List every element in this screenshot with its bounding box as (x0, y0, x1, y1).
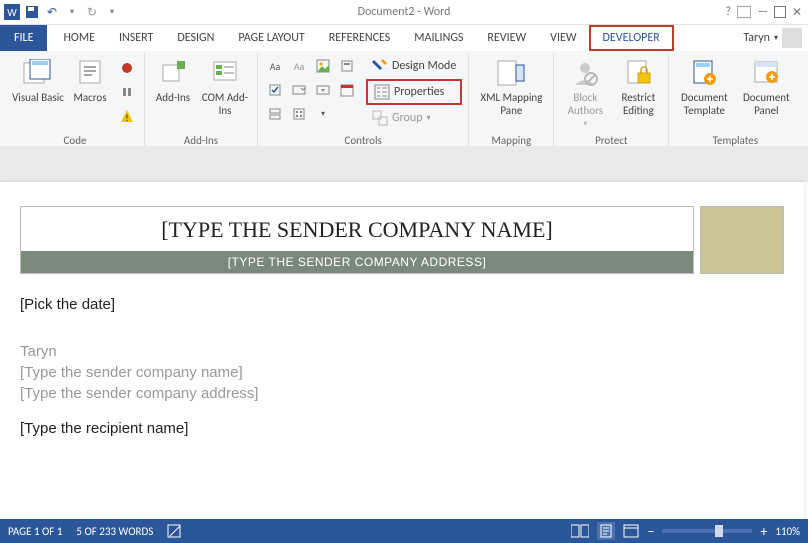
tab-page-layout[interactable]: PAGE LAYOUT (226, 25, 316, 51)
sender-company-field[interactable]: [Type the sender company name] (20, 362, 784, 383)
group-icon (372, 110, 388, 126)
tab-design[interactable]: DESIGN (165, 25, 226, 51)
xml-mapping-icon (495, 57, 527, 89)
svg-text:!: ! (126, 113, 129, 124)
group-templates: Document Template Document Panel Templat… (668, 53, 801, 149)
sender-company-address-field[interactable]: [TYPE THE SENDER COMPANY ADDRESS] (21, 251, 693, 273)
group-code: Visual Basic Macros ! Code (6, 53, 144, 149)
avatar[interactable] (782, 28, 802, 48)
design-mode-icon (372, 58, 388, 74)
tab-review[interactable]: REVIEW (475, 25, 538, 51)
maximize-icon[interactable] (774, 6, 786, 18)
block-authors-icon (569, 57, 601, 89)
word-count[interactable]: 5 OF 233 WORDS (76, 525, 153, 538)
macros-icon (74, 57, 106, 89)
document-panel-icon (750, 57, 782, 89)
tab-references[interactable]: REFERENCES (317, 25, 403, 51)
zoom-slider[interactable] (662, 529, 752, 533)
tab-insert[interactable]: INSERT (107, 25, 165, 51)
group-mapping: XML Mapping Pane Mapping (468, 53, 553, 149)
read-mode-icon[interactable] (571, 524, 589, 538)
undo-dropdown-icon[interactable]: ▾ (64, 4, 80, 20)
page[interactable]: [TYPE THE SENDER COMPANY NAME] [TYPE THE… (0, 182, 804, 519)
help-icon[interactable]: ? (726, 5, 732, 19)
ribbon: Visual Basic Macros ! Code Add-Ins COM A… (0, 51, 808, 150)
user-name[interactable]: Taryn (743, 31, 770, 45)
rich-text-control-button[interactable]: Aa (264, 55, 286, 77)
minimize-icon[interactable]: — (757, 5, 768, 19)
window-title: Document2 - Word (358, 5, 451, 19)
building-block-control-button[interactable] (336, 55, 358, 77)
visual-basic-icon (22, 57, 54, 89)
record-macro-button[interactable] (116, 57, 138, 79)
page-count[interactable]: PAGE 1 OF 1 (8, 525, 62, 538)
header-block[interactable]: [TYPE THE SENDER COMPANY NAME] [TYPE THE… (20, 206, 694, 274)
macro-security-button[interactable]: ! (116, 105, 138, 127)
tab-mailings[interactable]: MAILINGS (402, 25, 475, 51)
close-icon[interactable]: ✕ (792, 5, 802, 20)
com-addins-icon (209, 57, 241, 89)
picture-control-button[interactable] (312, 55, 334, 77)
xml-mapping-pane-button[interactable]: XML Mapping Pane (475, 55, 547, 117)
ribbon-display-icon[interactable] (737, 6, 751, 18)
legacy-tools-button[interactable] (288, 103, 310, 125)
group-controls: Aa Aa ▾ (257, 53, 468, 149)
undo-icon[interactable]: ↶ (44, 4, 60, 20)
date-picker-field[interactable]: [Pick the date] (20, 294, 784, 315)
sender-name-field[interactable]: Taryn (20, 341, 784, 362)
document-template-button[interactable]: Document Template (675, 55, 733, 117)
tab-view[interactable]: VIEW (538, 25, 588, 51)
restrict-editing-button[interactable]: Restrict Editing (614, 55, 662, 117)
repeating-section-control-button[interactable] (264, 103, 286, 125)
pause-recording-button[interactable] (116, 81, 138, 103)
sender-company-name-field[interactable]: [TYPE THE SENDER COMPANY NAME] (21, 207, 693, 251)
tab-file[interactable]: FILE (0, 25, 47, 51)
block-authors-button[interactable]: Block Authors▾ (560, 55, 610, 129)
svg-text:W: W (7, 8, 17, 19)
design-mode-button[interactable]: Design Mode (366, 55, 462, 77)
legacy-dropdown-icon[interactable]: ▾ (312, 103, 334, 125)
document-template-icon (688, 57, 720, 89)
plain-text-control-button[interactable]: Aa (288, 55, 310, 77)
group-protect: Block Authors▾ Restrict Editing Protect (553, 53, 668, 149)
word-icon: W (4, 4, 20, 20)
web-layout-icon[interactable] (623, 524, 639, 538)
title-bar: W ↶ ▾ ↻ ▾ Document2 - Word ? — ✕ (0, 0, 808, 25)
document-area[interactable]: [TYPE THE SENDER COMPANY NAME] [TYPE THE… (0, 146, 808, 519)
checkbox-control-button[interactable] (264, 79, 286, 101)
properties-icon (374, 84, 390, 100)
recipient-name-field[interactable]: [Type the recipient name] (20, 418, 784, 439)
restrict-editing-icon (622, 57, 654, 89)
zoom-level[interactable]: 110% (775, 525, 800, 538)
save-icon[interactable] (24, 4, 40, 20)
visual-basic-button[interactable]: Visual Basic (12, 55, 64, 104)
tab-developer[interactable]: DEVELOPER (589, 25, 674, 51)
macros-button[interactable]: Macros (68, 55, 112, 104)
qat-dropdown-icon[interactable]: ▾ (104, 4, 120, 20)
proofing-icon[interactable] (167, 524, 183, 538)
com-addins-button[interactable]: COM Add-Ins (199, 55, 251, 117)
combobox-control-button[interactable] (288, 79, 310, 101)
tab-home[interactable]: HOME (51, 25, 107, 51)
document-panel-button[interactable]: Document Panel (737, 55, 795, 117)
zoom-out-button[interactable]: − (647, 523, 654, 540)
sender-address-field[interactable]: [Type the sender company address] (20, 383, 784, 404)
logo-placeholder[interactable] (700, 206, 784, 274)
addins-button[interactable]: Add-Ins (151, 55, 195, 104)
dropdown-control-button[interactable] (312, 79, 334, 101)
zoom-in-button[interactable]: + (760, 523, 767, 540)
ribbon-tabs: FILE HOME INSERT DESIGN PAGE LAYOUT REFE… (0, 25, 808, 51)
user-dropdown-icon[interactable]: ▾ (774, 33, 778, 43)
print-layout-icon[interactable] (597, 522, 615, 540)
group-dropdown-icon: ▾ (427, 113, 431, 123)
group-addins: Add-Ins COM Add-Ins Add-Ins (144, 53, 257, 149)
properties-button[interactable]: Properties (366, 79, 462, 105)
date-picker-control-button[interactable] (336, 79, 358, 101)
group-button[interactable]: Group ▾ (366, 107, 462, 129)
status-bar: PAGE 1 OF 1 5 OF 233 WORDS − + 110% (0, 519, 808, 543)
addins-icon (157, 57, 189, 89)
redo-icon[interactable]: ↻ (84, 4, 100, 20)
